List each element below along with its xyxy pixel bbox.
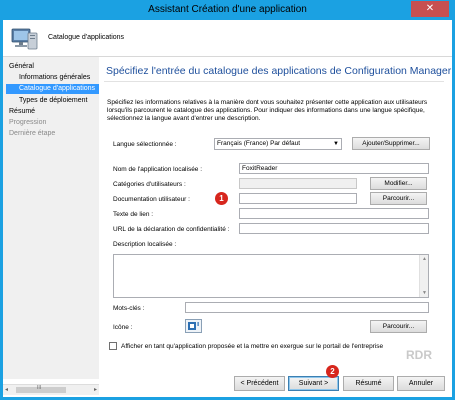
nav-horizontal-scrollbar[interactable]: ◂ III ▸ — [3, 384, 99, 395]
language-select[interactable]: Français (France) Par défaut ▼ — [214, 138, 342, 150]
rdr-watermark-logo: RDR — [406, 348, 432, 362]
icon-label: Icône : — [113, 324, 133, 331]
featured-app-label: Afficher en tant qu'application proposée… — [121, 343, 384, 350]
link-text-input[interactable] — [239, 208, 429, 219]
cancel-button[interactable]: Annuler — [397, 376, 445, 391]
nav-item-summary[interactable]: Résumé — [9, 108, 35, 115]
window-title: Assistant Création d'une application — [148, 4, 307, 15]
browse-icon-button[interactable]: Parcourir... — [370, 320, 427, 333]
wizard-header: Catalogue d'applications — [3, 20, 452, 57]
close-button[interactable]: ✕ — [411, 1, 449, 17]
title-bar: Assistant Création d'une application ✕ — [0, 0, 455, 20]
link-text-label: Texte de lien : — [113, 211, 154, 218]
add-remove-language-button[interactable]: Ajouter/Supprimer... — [352, 137, 430, 150]
privacy-url-input[interactable] — [239, 223, 429, 234]
wizard-footer: < Précédent Suivant > Résumé Annuler 2 — [99, 365, 452, 397]
privacy-url-label: URL de la déclaration de confidentialité… — [113, 226, 230, 233]
annotation-badge-1: 1 — [215, 192, 228, 205]
heading-divider — [104, 81, 444, 82]
nav-item-deployment-types[interactable]: Types de déploiement — [19, 97, 88, 104]
scroll-left-arrow-icon[interactable]: ◂ — [5, 386, 8, 393]
language-label: Langue sélectionnée : — [113, 141, 177, 148]
app-icon-preview-icon — [185, 319, 202, 333]
page-description: Spécifiez les informations relatives à l… — [107, 99, 428, 122]
language-select-value: Français (France) Par défaut — [217, 140, 301, 147]
scroll-up-arrow-icon[interactable]: ▲ — [422, 256, 427, 262]
app-name-label: Nom de l'application localisée : — [113, 166, 203, 173]
user-documentation-label: Documentation utilisateur : — [113, 196, 190, 203]
scroll-right-arrow-icon[interactable]: ▸ — [94, 386, 97, 393]
textarea-scrollbar[interactable]: ▲ ▼ — [419, 255, 428, 297]
nav-item-general-info[interactable]: Informations générales — [19, 74, 90, 81]
featured-app-checkbox[interactable] — [109, 342, 117, 350]
next-button[interactable]: Suivant > — [288, 376, 339, 391]
nav-item-progress: Progression — [9, 119, 47, 126]
header-title: Catalogue d'applications — [48, 34, 125, 41]
browse-documentation-button[interactable]: Parcourir... — [370, 192, 427, 205]
nav-item-general[interactable]: Général — [9, 63, 34, 70]
annotation-badge-2: 2 — [326, 365, 339, 378]
keywords-input[interactable] — [185, 302, 429, 313]
user-categories-label: Catégories d'utilisateurs : — [113, 181, 186, 188]
page-heading: Spécifiez l'entrée du catalogue des appl… — [106, 65, 452, 77]
summary-button[interactable]: Résumé — [343, 376, 394, 391]
chevron-down-icon: ▼ — [333, 141, 339, 147]
localized-description-textarea[interactable]: ▲ ▼ — [113, 254, 429, 298]
modify-categories-button[interactable]: Modifier... — [370, 177, 427, 190]
nav-item-completion: Dernière étape — [9, 130, 56, 137]
user-categories-input — [239, 178, 357, 189]
computer-icon — [11, 28, 38, 50]
scrollbar-grip-icon: III — [37, 385, 42, 391]
wizard-content: Spécifiez l'entrée du catalogue des appl… — [99, 57, 452, 370]
localized-description-label: Description localisée : — [113, 241, 177, 248]
nav-item-app-catalog[interactable]: Catalogue d'applications — [6, 84, 99, 94]
keywords-label: Mots-clés : — [113, 305, 145, 312]
scroll-down-arrow-icon[interactable]: ▼ — [422, 290, 427, 296]
wizard-nav: Général Informations générales Catalogue… — [3, 57, 99, 379]
app-name-input[interactable]: FoxitReader — [239, 163, 429, 174]
previous-button[interactable]: < Précédent — [234, 376, 285, 391]
user-documentation-input[interactable] — [239, 193, 357, 204]
